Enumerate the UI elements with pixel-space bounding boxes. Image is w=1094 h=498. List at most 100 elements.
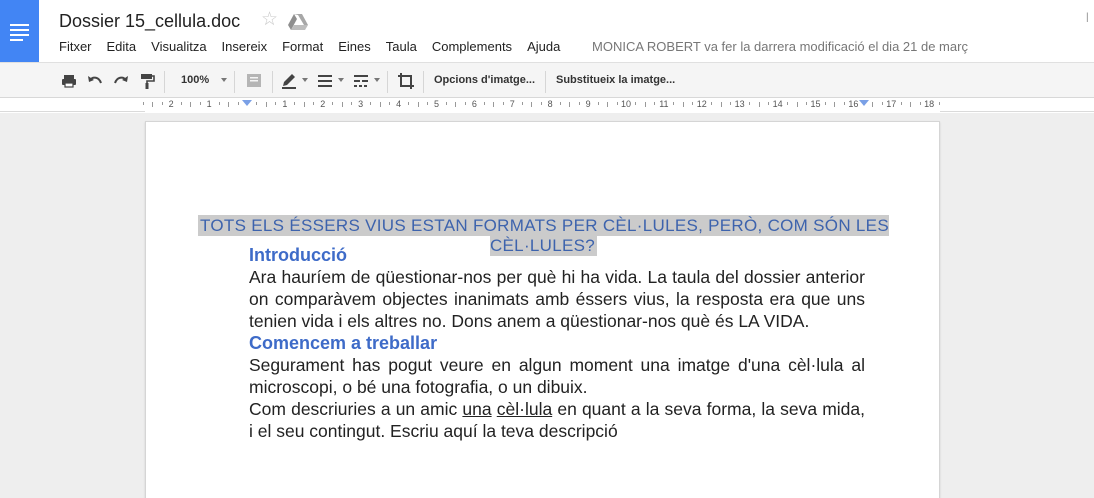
border-color-icon[interactable]: [280, 72, 298, 90]
ruler-tick: [237, 102, 239, 105]
zoom-select[interactable]: 100%: [181, 74, 209, 86]
ruler-tick: [796, 102, 798, 107]
ruler-tick: [919, 102, 921, 105]
chevron-down-icon[interactable]: [338, 78, 344, 82]
ruler-tick: [635, 102, 637, 105]
undo-icon[interactable]: [86, 72, 104, 90]
ruler-tick: [303, 102, 305, 107]
redo-icon[interactable]: [112, 72, 130, 90]
ruler-tick-label: 15: [810, 99, 821, 109]
ruler-tick-label: 17: [886, 99, 897, 109]
ruler-tick: [427, 102, 429, 105]
ruler-tick: [275, 102, 277, 105]
right-indent-marker[interactable]: [859, 100, 869, 106]
ruler-tick: [720, 102, 722, 107]
app-header: Dossier 15_cellula.doc ☆ Fitxer Edita Vi…: [0, 0, 1094, 62]
text-run: Com descriuries a un amic: [249, 399, 458, 419]
ruler-tick: [341, 102, 343, 107]
ruler-tick-label: 1: [282, 99, 288, 109]
ruler-tick: [493, 102, 495, 107]
ruler-tick: [900, 102, 902, 105]
menu-format[interactable]: Format: [282, 39, 323, 54]
ruler-tick: [408, 102, 410, 105]
ruler-tick: [294, 102, 296, 105]
ruler-tick: [749, 102, 751, 105]
ruler-tick: [569, 102, 571, 107]
chevron-down-icon[interactable]: [302, 78, 308, 82]
menu-view[interactable]: Visualitza: [151, 39, 206, 54]
menu-help[interactable]: Ajuda: [527, 39, 560, 54]
ruler-tick: [332, 102, 334, 105]
ruler-tick: [843, 102, 845, 105]
menu-insert[interactable]: Insereix: [222, 39, 268, 54]
image-options-button[interactable]: Opcions d'imatge...: [434, 74, 535, 86]
ruler-tick: [455, 102, 457, 107]
section-title-start-working: Comencem a treballar: [249, 333, 438, 353]
ruler-tick: [370, 102, 372, 105]
drive-folder-icon[interactable]: [288, 13, 308, 31]
ruler-tick: [152, 102, 154, 107]
ruler-tick: [616, 102, 618, 105]
ruler-tick: [654, 102, 656, 105]
document-title[interactable]: Dossier 15_cellula.doc: [59, 11, 240, 32]
window-edge-marker: |: [1086, 12, 1089, 23]
document-page[interactable]: TOTS ELS ÉSSERS VIUS ESTAN FORMATS PER C…: [145, 121, 940, 498]
replace-image-button[interactable]: Substitueix la imatge...: [556, 74, 675, 86]
ruler-tick: [910, 102, 912, 107]
menu-addons[interactable]: Complements: [432, 39, 512, 54]
ruler-tick: [180, 102, 182, 105]
comment-icon[interactable]: [245, 72, 263, 90]
toolbar-separator: [234, 71, 235, 93]
ruler-tick: [531, 102, 533, 107]
document-body[interactable]: Introducció Ara hauríem de qüestionar-no…: [249, 244, 865, 442]
ruler-tick-label: 8: [547, 99, 553, 109]
underlined-text: una: [462, 399, 492, 419]
docs-logo-icon[interactable]: [0, 0, 39, 62]
menu-table[interactable]: Taula: [386, 39, 417, 54]
star-icon[interactable]: ☆: [261, 10, 278, 29]
border-dash-icon[interactable]: [352, 72, 370, 90]
section-title-introduction: Introducció: [249, 245, 347, 265]
ruler-tick-label: 16: [848, 99, 859, 109]
ruler-tick-label: 2: [168, 99, 174, 109]
ruler-tick-label: 4: [396, 99, 402, 109]
menu-tools[interactable]: Eines: [338, 39, 371, 54]
ruler-tick-label: 11: [659, 99, 669, 109]
document-canvas: TOTS ELS ÉSSERS VIUS ESTAN FORMATS PER C…: [0, 113, 1094, 498]
ruler-tick: [787, 102, 789, 105]
menu-edit[interactable]: Edita: [107, 39, 137, 54]
last-edit-link[interactable]: MONICA ROBERT va fer la darrera modifica…: [592, 39, 968, 54]
ruler-tick: [824, 102, 826, 105]
ruler-tick: [417, 102, 419, 107]
ruler-tick: [483, 102, 485, 105]
ruler-tick: [872, 102, 874, 107]
ruler-tick: [464, 102, 466, 105]
ruler-tick: [142, 102, 144, 105]
crop-icon[interactable]: [397, 72, 415, 90]
toolbar: 100% Opcions d'imatge... Substitueix la …: [0, 62, 1094, 98]
paragraph-microscope: Segurament has pogut veure en algun mome…: [249, 355, 865, 397]
ruler-tick: [597, 102, 599, 105]
print-icon[interactable]: [60, 72, 78, 90]
underlined-text: cèl·lula: [496, 399, 553, 419]
ruler-tick: [445, 102, 447, 105]
border-weight-icon[interactable]: [316, 72, 334, 90]
ruler-tick: [730, 102, 732, 105]
chevron-down-icon[interactable]: [221, 78, 227, 82]
ruler-tick: [692, 102, 694, 105]
ruler-tick: [578, 102, 580, 105]
ruler-tick-label: 13: [734, 99, 745, 109]
chevron-down-icon[interactable]: [374, 78, 380, 82]
paragraph-introduction: Ara hauríem de qüestionar-nos per què hi…: [249, 267, 865, 331]
ruler-tick: [682, 102, 684, 107]
ruler-tick-label: 7: [509, 99, 515, 109]
paragraph-describe-cell: Com descriuries a un amic una cèl·lula e…: [249, 398, 865, 442]
ruler-tick: [502, 102, 504, 105]
ruler-tick: [265, 102, 267, 107]
ruler[interactable]: 2 1 1 2 3 4 5 6 7 8 9 10 11 12 13 14 15 16 17 18: [0, 98, 1094, 112]
left-indent-marker[interactable]: [242, 100, 252, 106]
ruler-tick: [559, 102, 561, 105]
ruler-tick: [389, 102, 391, 105]
menu-file[interactable]: Fitxer: [59, 39, 92, 54]
paint-format-icon[interactable]: [138, 72, 156, 90]
